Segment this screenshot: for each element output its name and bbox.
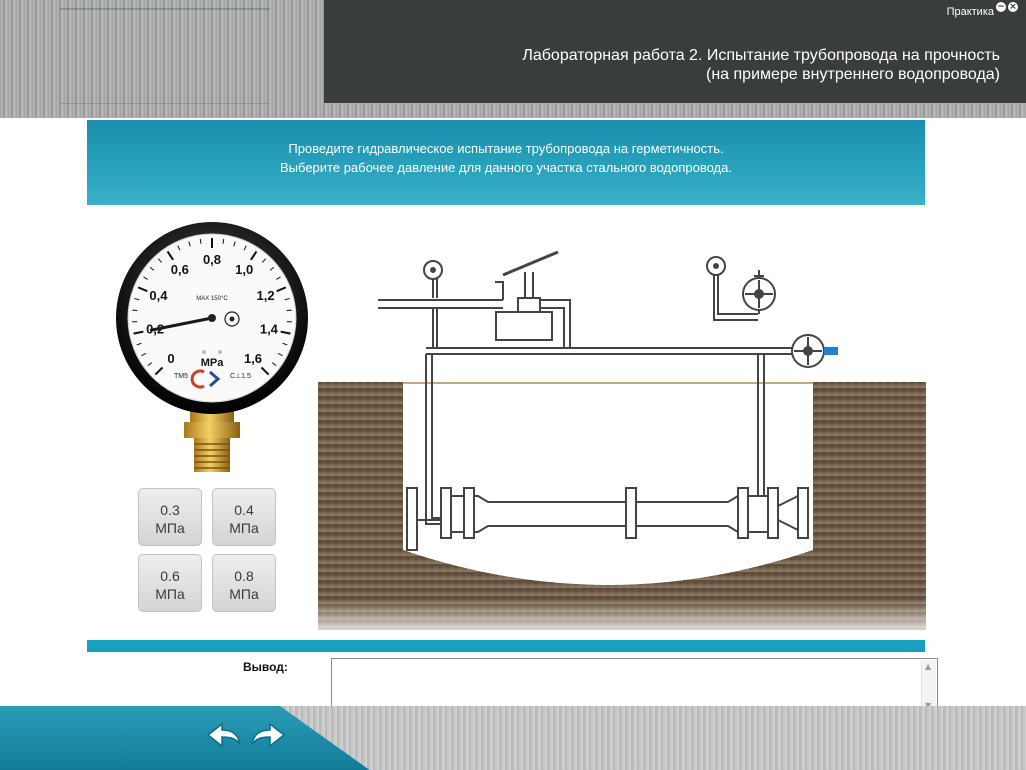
pipe-network	[378, 250, 825, 551]
bottom-texture	[280, 706, 1026, 770]
answer-button-0-4-mpa[interactable]: 0.4 МПа	[212, 488, 276, 546]
close-icon[interactable]: ×	[1008, 2, 1018, 12]
gauge-scale-label: 0,6	[171, 262, 189, 277]
answer-value: 0.6	[160, 568, 180, 584]
gauge-scale-label: 0	[167, 351, 174, 366]
divider-bar	[87, 640, 925, 652]
hand-pump-icon	[495, 250, 559, 341]
answer-unit: МПа	[155, 586, 185, 602]
practice-label: Практика	[946, 6, 994, 18]
gauge-scale-label: 1,2	[257, 288, 275, 303]
title-line-1: Лабораторная работа 2. Испытание трубопр…	[522, 47, 1000, 64]
minimize-icon[interactable]: −	[996, 2, 1006, 12]
thread-icon	[194, 438, 230, 472]
answer-value: 0.3	[160, 502, 180, 518]
forward-arrow-icon	[251, 722, 286, 748]
gauge-scale-label: 0,4	[149, 288, 168, 303]
title-panel: Практика − × Лабораторная работа 2. Испы…	[324, 0, 1026, 103]
water-outlet	[824, 347, 838, 355]
lower-valve-icon[interactable]	[791, 334, 825, 368]
gauge-model: TM5	[174, 373, 188, 380]
answer-button-0-3-mpa[interactable]: 0.3 МПа	[138, 488, 202, 546]
instruction-banner: Проведите гидравлическое испытание трубо…	[87, 120, 925, 205]
pressure-gauge: 0 0,2 0,4 0,6 0,8 1,0 1,2 1,4 1,6 MAX 15…	[112, 222, 312, 482]
gauge-scale-label: 1,6	[244, 351, 262, 366]
back-arrow-icon	[206, 722, 241, 748]
answer-unit: МПа	[229, 586, 259, 602]
gauge-unit: MPa	[201, 357, 225, 369]
gauge-scale-label: 1,4	[260, 321, 279, 336]
forward-button[interactable]	[250, 722, 286, 748]
scrollbar[interactable]: ▲ ▼	[921, 660, 936, 712]
gauge-accuracy: C⊥1.5	[230, 373, 251, 380]
upper-valve-icon[interactable]	[742, 270, 776, 311]
answer-button-0-6-mpa[interactable]: 0.6 МПа	[138, 554, 202, 612]
back-button[interactable]	[206, 722, 242, 748]
decor-streak	[60, 103, 270, 104]
conclusion-label: Вывод:	[243, 660, 288, 674]
page-title: Лабораторная работа 2. Испытание трубопр…	[360, 46, 1000, 84]
scroll-up-icon[interactable]: ▲	[925, 662, 931, 671]
pipeline-diagram	[318, 220, 926, 640]
instruction-line-1: Проведите гидравлическое испытание трубо…	[288, 141, 724, 156]
answer-button-0-8-mpa[interactable]: 0.8 МПа	[212, 554, 276, 612]
instruction-line-2: Выберите рабочее давление для данного уч…	[280, 160, 732, 175]
gauge-max-temp: MAX 150°C	[196, 296, 228, 302]
bottom-bar	[0, 706, 1026, 770]
gauge-scale-label: 0,8	[203, 252, 221, 267]
left-pressure-gauge-icon	[423, 260, 443, 298]
answer-value: 0.4	[234, 502, 254, 518]
answer-value: 0.8	[234, 568, 254, 584]
gauge-scale-label: 1,0	[235, 262, 253, 277]
answer-unit: МПа	[155, 520, 185, 536]
test-pipeline	[406, 487, 809, 551]
answer-unit: МПа	[229, 520, 259, 536]
decor-streak	[60, 8, 270, 10]
title-line-2: (на примере внутреннего водопровода)	[706, 66, 1000, 83]
